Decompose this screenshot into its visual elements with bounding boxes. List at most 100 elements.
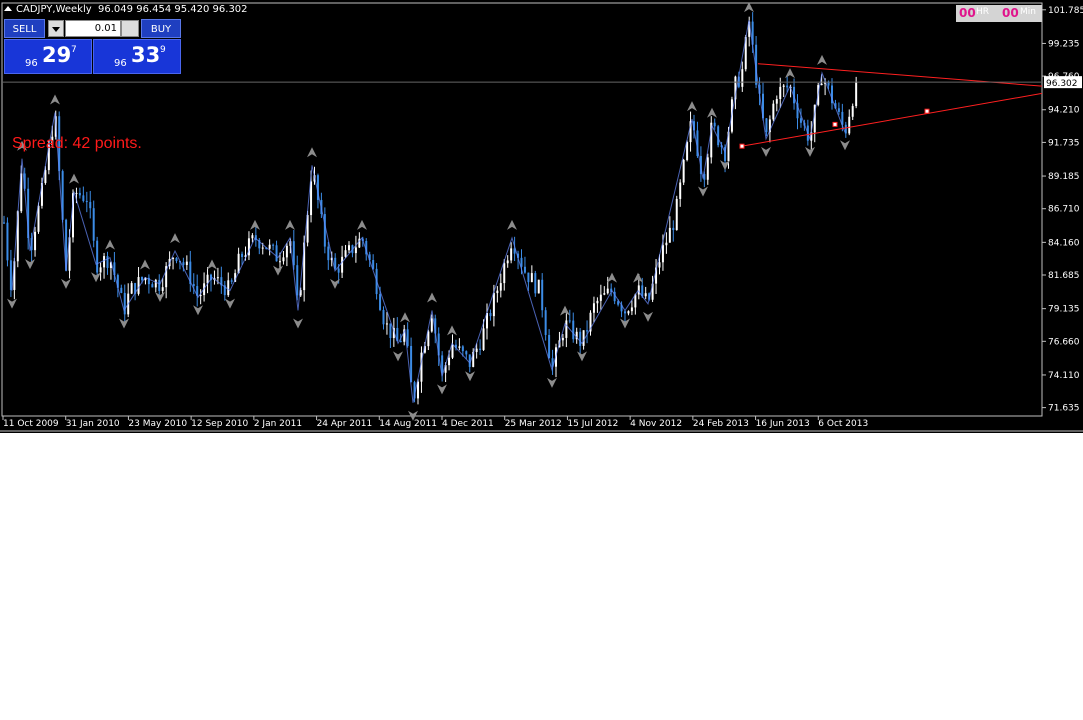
- y-tick-label: 86.710: [1048, 205, 1080, 215]
- fractal-down-arrow: [437, 384, 447, 395]
- sell-price-button[interactable]: 96 29 7: [4, 39, 92, 74]
- y-tick-label: 99.235: [1048, 39, 1080, 49]
- trendline-anchor[interactable]: [739, 143, 745, 149]
- sell-button[interactable]: SELL: [4, 19, 45, 38]
- bull-candle: [848, 116, 851, 134]
- y-tick-label: 89.185: [1048, 172, 1080, 182]
- bull-candle: [644, 293, 647, 297]
- bear-candle: [548, 334, 551, 359]
- bear-candle: [389, 323, 392, 339]
- bear-candle: [6, 222, 9, 261]
- x-tick-label: 31 Jan 2010: [66, 419, 120, 429]
- bear-candle: [837, 108, 840, 112]
- bull-candle: [341, 256, 344, 273]
- buy-price-button[interactable]: 96 33 9: [93, 39, 181, 74]
- chart-window[interactable]: 101.78599.23596.76094.21091.73589.18586.…: [0, 0, 1083, 433]
- bull-candle: [227, 280, 230, 296]
- x-tick-label: 23 May 2010: [128, 419, 187, 429]
- lot-decrease-button[interactable]: [48, 20, 64, 37]
- triangle-trendline[interactable]: [741, 92, 1043, 147]
- bull-candle: [506, 260, 509, 264]
- bear-candle: [151, 284, 154, 288]
- bear-candle: [85, 200, 88, 202]
- bear-candle: [672, 227, 675, 231]
- bull-candle: [161, 287, 164, 291]
- y-tick-label: 76.660: [1048, 337, 1080, 347]
- y-tick-label: 74.110: [1048, 371, 1080, 381]
- bull-candle: [451, 344, 454, 358]
- bull-candle: [561, 337, 564, 341]
- bull-candle: [630, 307, 633, 312]
- bear-candle: [9, 260, 12, 290]
- bull-candle: [675, 198, 678, 231]
- bull-candle: [492, 293, 495, 317]
- bear-candle: [275, 245, 278, 262]
- bull-candle: [282, 257, 285, 262]
- trendline-anchor[interactable]: [832, 121, 838, 127]
- timer-minutes-label: Min: [1020, 7, 1036, 17]
- y-tick-label: 79.135: [1048, 305, 1080, 315]
- bear-candle: [527, 272, 530, 283]
- bear-candle: [534, 273, 537, 294]
- x-tick-label: 24 Apr 2011: [317, 419, 373, 429]
- x-tick-label: 6 Oct 2013: [818, 419, 868, 429]
- bull-candle: [103, 256, 106, 268]
- candle-timer: 00 HR 00 Min: [956, 5, 1042, 22]
- bull-candle: [348, 245, 350, 251]
- y-tick-label: 94.210: [1048, 106, 1080, 116]
- triangle-trendline[interactable]: [757, 63, 1043, 87]
- collapse-triangle-icon[interactable]: [4, 6, 12, 11]
- bear-candle: [544, 310, 547, 335]
- timer-hours-label: HR: [976, 7, 990, 17]
- fractal-down-arrow: [840, 140, 850, 151]
- bear-candle: [192, 283, 195, 287]
- fractal-up-arrow: [744, 2, 754, 13]
- y-tick-label: 84.160: [1048, 238, 1080, 248]
- bull-candle: [606, 288, 609, 294]
- bull-candle: [775, 98, 778, 104]
- bear-candle: [479, 348, 482, 350]
- fractal-up-arrow: [50, 94, 60, 105]
- bull-candle: [285, 245, 288, 258]
- x-tick-label: 24 Feb 2013: [693, 419, 749, 429]
- bear-candle: [624, 311, 626, 314]
- buy-price-big: 96: [114, 58, 127, 69]
- bear-candle: [713, 122, 716, 127]
- current-price-label: 96.302: [1046, 79, 1078, 89]
- bear-candle: [786, 85, 789, 88]
- bull-candle: [261, 247, 264, 249]
- bull-candle: [530, 273, 533, 283]
- x-tick-label: 15 Jul 2012: [567, 419, 618, 429]
- bull-candle: [603, 293, 606, 295]
- fractal-up-arrow: [307, 147, 317, 158]
- fractal-up-arrow: [140, 259, 150, 270]
- bear-candle: [579, 331, 582, 346]
- fractal-up-arrow: [633, 272, 643, 283]
- bull-candle: [668, 227, 671, 243]
- trendline-anchor[interactable]: [924, 108, 930, 114]
- timer-minutes: 00: [1002, 6, 1019, 20]
- x-tick-label: 4 Nov 2012: [630, 419, 682, 429]
- lot-increase-button[interactable]: [121, 20, 139, 37]
- fractal-up-arrow: [69, 173, 79, 184]
- x-tick-label: 12 Sep 2010: [191, 419, 248, 429]
- bear-candle: [523, 266, 526, 273]
- bull-candle: [216, 277, 219, 279]
- bear-candle: [296, 265, 299, 296]
- bull-candle: [99, 267, 102, 273]
- fractal-up-arrow: [170, 233, 180, 244]
- sell-price-pips: 29: [42, 43, 72, 67]
- buy-button[interactable]: BUY: [141, 19, 181, 38]
- bull-candle: [682, 159, 685, 183]
- fractal-down-arrow: [155, 292, 165, 303]
- fractal-down-arrow: [643, 311, 653, 322]
- fractal-down-arrow: [193, 305, 203, 316]
- bull-candle: [185, 261, 188, 265]
- fractal-up-arrow: [447, 325, 457, 336]
- bull-candle: [154, 279, 157, 288]
- fractal-down-arrow: [225, 298, 235, 309]
- bull-candle: [782, 85, 785, 87]
- bull-candle: [448, 357, 451, 366]
- lot-size-input[interactable]: [65, 20, 121, 37]
- bull-candle: [354, 247, 357, 254]
